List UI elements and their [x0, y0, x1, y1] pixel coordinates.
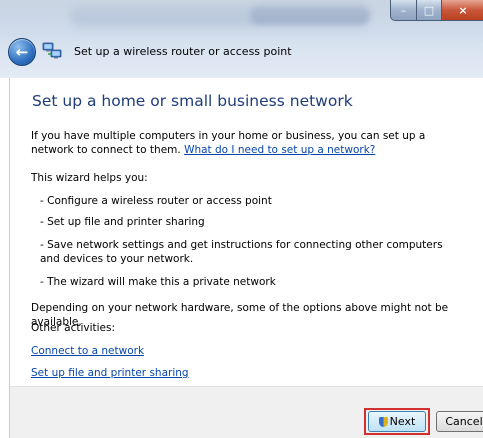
- wizard-title: Set up a wireless router or access point: [74, 45, 292, 58]
- other-activities-label: Other activities:: [31, 322, 116, 334]
- next-button[interactable]: Next: [368, 411, 426, 432]
- connect-network-link[interactable]: Connect to a network: [31, 344, 144, 358]
- minimize-button[interactable]: –: [390, 0, 417, 21]
- maximize-button[interactable]: □: [417, 0, 442, 21]
- help-item-save-settings: - Save network settings and get instruct…: [40, 239, 443, 265]
- next-button-label: Next: [389, 415, 416, 428]
- help-item-sharing: - Set up file and printer sharing: [40, 216, 205, 228]
- helps-label: This wizard helps you:: [31, 172, 148, 184]
- intro-text: If you have multiple computers in your h…: [31, 129, 469, 157]
- file-printer-sharing-link[interactable]: Set up file and printer sharing: [31, 366, 189, 380]
- wizard-window: – □ × ← Set up a wireless router or acce…: [0, 0, 483, 438]
- close-button[interactable]: ×: [442, 0, 483, 21]
- uac-shield-icon: [378, 416, 388, 427]
- help-item-configure: - Configure a wireless router or access …: [40, 195, 272, 207]
- back-button[interactable]: ←: [8, 38, 36, 66]
- back-arrow-icon: ←: [15, 43, 29, 61]
- network-icon: [42, 42, 62, 59]
- help-item-private: - The wizard will make this a private ne…: [40, 276, 276, 288]
- wizard-footer: Next Cancel: [9, 386, 483, 438]
- what-do-i-need-link[interactable]: What do I need to set up a network?: [184, 144, 375, 156]
- title-bar: – □ × ← Set up a wireless router or acce…: [0, 0, 483, 78]
- wizard-content: Set up a home or small business network …: [9, 78, 483, 386]
- window-controls: – □ ×: [390, 0, 483, 21]
- cancel-button[interactable]: Cancel: [436, 411, 483, 432]
- page-heading: Set up a home or small business network: [32, 92, 353, 110]
